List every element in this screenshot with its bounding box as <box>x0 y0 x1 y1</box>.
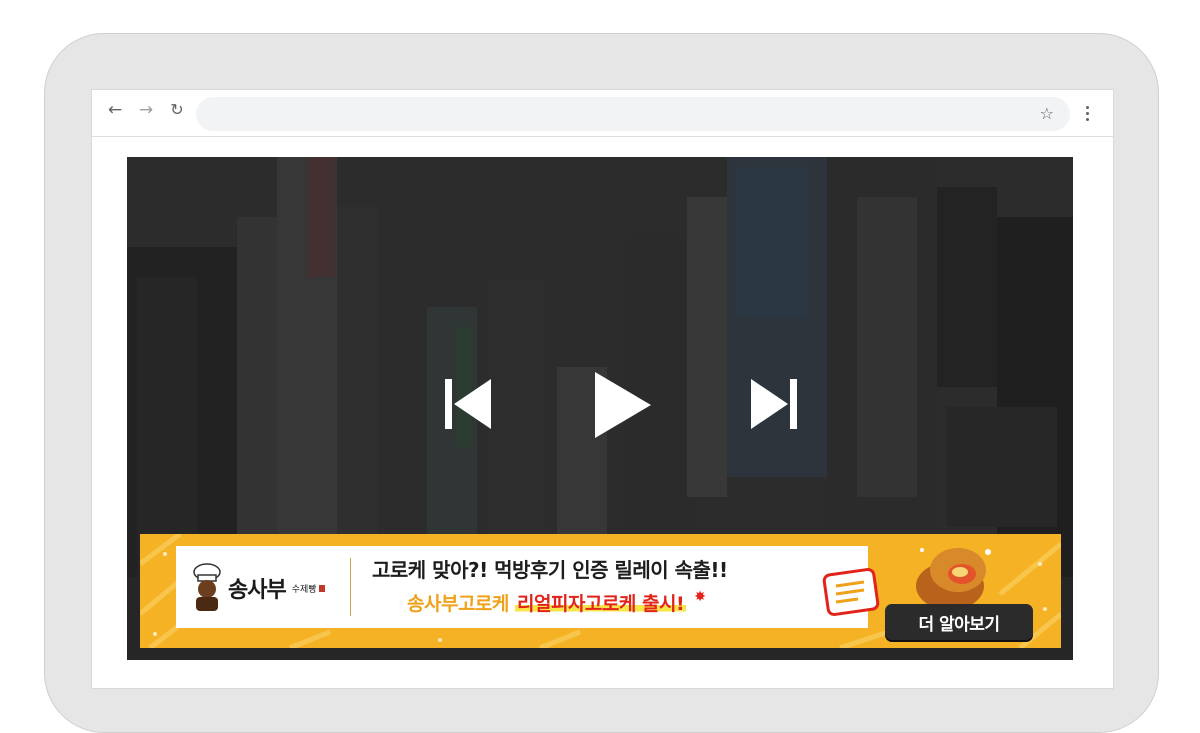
ad-subline-highlight: 리얼피자고로케 출시! <box>515 593 687 615</box>
play-icon <box>595 372 651 438</box>
skip-previous-button[interactable] <box>445 379 491 429</box>
forward-button[interactable]: → <box>135 99 157 121</box>
reload-button[interactable]: ↻ <box>166 99 188 121</box>
video-player[interactable]: 송사부 수제빵 고로케 맞아?! 먹방후기 인증 릴레이 속출!! 송사부고로케… <box>127 157 1073 660</box>
vertical-dots-icon <box>1085 105 1089 109</box>
skip-next-icon <box>751 379 797 429</box>
browser-window: ← → ↻ ☆ 송사부 수제빵 고로케 맞아?! 먹방후기 인증 릴레이 속출!… <box>91 89 1114 689</box>
skip-previous-icon <box>445 379 491 429</box>
learn-more-button[interactable]: 더 알아보기 <box>885 604 1033 640</box>
browser-menu-button[interactable] <box>1079 102 1095 124</box>
sparkle-icon: ✸ <box>694 589 706 605</box>
brand-subtitle: 수제빵 <box>291 584 317 595</box>
chef-icon <box>193 563 221 611</box>
ad-subline: 송사부고로케 리얼피자고로케 출시! ✸ <box>407 589 706 616</box>
browser-toolbar: ← → ↻ ☆ <box>92 90 1113 137</box>
skip-next-button[interactable] <box>751 379 797 429</box>
arrow-right-icon: → <box>138 99 154 120</box>
reload-icon: ↻ <box>170 100 184 119</box>
brand-name: 송사부 <box>228 577 287 603</box>
ad-divider <box>350 558 351 616</box>
player-controls <box>127 372 1073 447</box>
seal-icon <box>318 584 325 592</box>
address-bar[interactable]: ☆ <box>196 97 1070 133</box>
star-icon[interactable]: ☆ <box>1040 105 1054 123</box>
ad-subline-brand: 송사부고로케 <box>407 593 509 615</box>
ad-content-card: 송사부 수제빵 고로케 맞아?! 먹방후기 인증 릴레이 속출!! 송사부고로케… <box>176 546 868 628</box>
address-input[interactable] <box>212 97 1016 133</box>
ad-headline: 고로케 맞아?! 먹방후기 인증 릴레이 속출!! <box>372 558 728 582</box>
back-button[interactable]: ← <box>104 99 126 121</box>
brand-logo: 송사부 수제빵 <box>190 560 350 616</box>
play-button[interactable] <box>593 372 653 438</box>
arrow-left-icon: ← <box>107 99 123 120</box>
ad-banner[interactable]: 송사부 수제빵 고로케 맞아?! 먹방후기 인증 릴레이 속출!! 송사부고로케… <box>140 534 1061 648</box>
document-icon <box>822 567 880 617</box>
